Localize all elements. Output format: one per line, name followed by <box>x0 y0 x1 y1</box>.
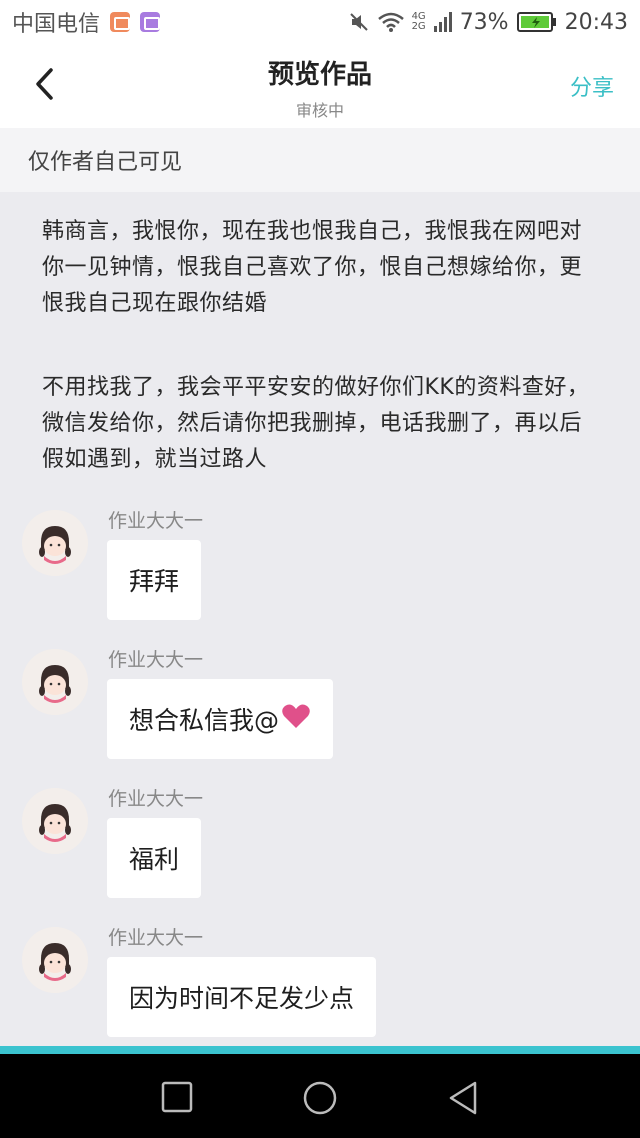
wifi-icon <box>377 12 404 32</box>
avatar[interactable] <box>22 788 88 854</box>
message-bubble: 福利 <box>107 818 202 898</box>
title-group: 预览作品 审核中 <box>120 54 520 121</box>
message-text: 因为时间不足发少点 <box>129 984 355 1013</box>
avatar[interactable] <box>22 510 88 576</box>
sender-name: 作业大大一 <box>108 927 204 949</box>
post-content: 韩商言，我恨你，现在我也恨我自己，我恨我在网吧对你一见钟情，恨我自己喜欢了你，恨… <box>0 192 640 1046</box>
share-button[interactable]: 分享 <box>570 70 614 102</box>
chat-message: 作业大大一 拜拜 <box>0 500 640 630</box>
home-icon <box>303 1081 337 1115</box>
message-text: 想合私信我@ <box>129 706 280 735</box>
system-back-button[interactable] <box>446 1080 480 1120</box>
girl-avatar-icon <box>22 649 88 715</box>
signal-icon <box>433 11 452 33</box>
visibility-notice: 仅作者自己可见 <box>0 128 640 192</box>
clock: 20:43 <box>564 9 628 35</box>
battery-icon <box>516 11 557 33</box>
carrier-name: 中国电信 <box>12 12 101 37</box>
chat-message: 作业大大一 因为时间不足发少点 <box>0 917 640 1046</box>
mute-icon <box>348 11 370 33</box>
body-paragraph: 韩商言，我恨你，现在我也恨我自己，我恨我在网吧对你一见钟情，恨我自己喜欢了你，恨… <box>42 219 583 316</box>
sender-name: 作业大大一 <box>108 788 204 810</box>
status-left: 中国电信 <box>12 6 161 38</box>
girl-avatar-icon <box>22 788 88 854</box>
network-type: 4G 2G <box>412 12 426 32</box>
recent-apps-icon <box>161 1081 193 1113</box>
girl-avatar-icon <box>22 510 88 576</box>
girl-avatar-icon <box>22 927 88 993</box>
heart-icon <box>281 703 311 735</box>
message-bubble: 因为时间不足发少点 <box>107 957 377 1037</box>
review-status: 审核中 <box>295 101 344 120</box>
status-bar: 中国电信 4G 2G 73% 20:43 <box>0 0 640 44</box>
status-right: 4G 2G 73% 20:43 <box>348 10 628 35</box>
network-2g-label: 2G <box>411 21 426 32</box>
battery-percent: 73% <box>459 9 509 35</box>
message-bubble: 想合私信我@ <box>107 679 334 759</box>
back-triangle-icon <box>449 1081 477 1115</box>
avatar[interactable] <box>22 927 88 993</box>
message-text: 拜拜 <box>129 567 180 596</box>
chat-message: 作业大大一 福利 <box>0 778 640 908</box>
avatar[interactable] <box>22 649 88 715</box>
title-bar: 预览作品 审核中 分享 <box>0 44 640 128</box>
message-bubble: 拜拜 <box>107 540 202 620</box>
system-nav-bar <box>0 1054 640 1138</box>
gallery-icon <box>140 12 161 32</box>
sender-name: 作业大大一 <box>108 510 204 532</box>
recent-apps-button[interactable] <box>160 1080 194 1118</box>
mail-icon <box>110 12 131 32</box>
back-button[interactable] <box>24 62 64 106</box>
page-title: 预览作品 <box>267 60 372 90</box>
accent-divider <box>0 1046 640 1054</box>
sender-name: 作业大大一 <box>108 649 204 671</box>
chevron-left-icon <box>36 68 53 100</box>
message-text: 福利 <box>129 845 180 874</box>
body-paragraph: 不用找我了，我会平平安安的做好你们KK的资料查好，微信发给你，然后请你把我删掉，… <box>42 375 590 472</box>
chat-message: 作业大大一 想合私信我@ <box>0 639 640 769</box>
home-button[interactable] <box>302 1080 338 1120</box>
